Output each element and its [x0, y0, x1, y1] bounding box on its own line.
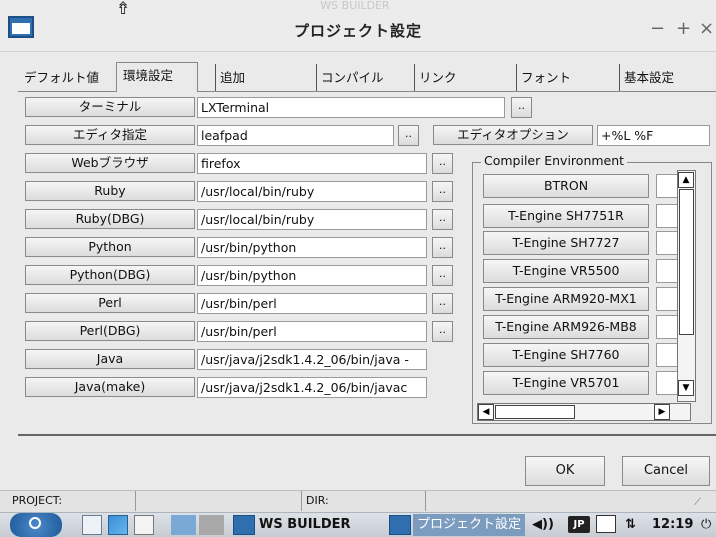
keyboard-icon[interactable] [596, 515, 616, 533]
scroll-left-arrow-icon[interactable]: ◀ [478, 404, 494, 420]
compiler-env-sh7727-checkbox[interactable] [656, 231, 678, 255]
compiler-env-arm926-checkbox[interactable] [656, 315, 678, 339]
background-window-title: WS BUILDER [320, 0, 390, 12]
file-manager-icon[interactable] [82, 515, 102, 535]
python-dbg-browse-button[interactable]: .. [432, 265, 453, 286]
tab-default-values[interactable]: デフォルト値 [20, 64, 116, 91]
java-make-field[interactable]: /usr/java/j2sdk1.4.2_06/bin/javac [197, 377, 427, 398]
network-icon[interactable]: ⇅ [625, 514, 636, 536]
scroll-right-arrow-icon[interactable]: ▶ [654, 404, 670, 420]
tab-basic-settings[interactable]: 基本設定 [619, 64, 715, 91]
ruby-browse-button[interactable]: .. [432, 181, 453, 202]
editor-option-button[interactable]: エディタオプション [433, 125, 593, 145]
compiler-env-btron-button[interactable]: BTRON [483, 174, 649, 198]
editor-label-button[interactable]: エディタ指定 [25, 125, 195, 145]
terminal-browse-button[interactable]: .. [511, 97, 532, 118]
desktop-2-icon[interactable] [199, 515, 224, 535]
compiler-env-sh7751r-button[interactable]: T-Engine SH7751R [483, 204, 649, 228]
perl-field[interactable]: /usr/bin/perl [197, 293, 427, 314]
status-project: PROJECT: [8, 491, 136, 511]
ime-indicator[interactable]: JP [568, 516, 590, 533]
status-spacer [136, 491, 302, 511]
java-label-button[interactable]: Java [25, 349, 195, 369]
compiler-env-sh7760-button[interactable]: T-Engine SH7760 [483, 343, 649, 367]
compiler-env-arm920-button[interactable]: T-Engine ARM920-MX1 [483, 287, 649, 311]
compiler-env-vr5701-checkbox[interactable] [656, 371, 678, 395]
window-title: プロジェクト設定 [293, 22, 422, 40]
compiler-env-sh7727-button[interactable]: T-Engine SH7727 [483, 231, 649, 255]
resize-grip-icon[interactable]: ⟋ [694, 496, 710, 510]
web-browser-field[interactable]: firefox [197, 153, 427, 174]
mouse-cursor-icon: ⇮ [116, 0, 131, 19]
web-browser-label-button[interactable]: Webブラウザ [25, 153, 195, 173]
close-button[interactable]: × [699, 20, 714, 38]
terminal-label-button[interactable]: ターミナル [25, 97, 195, 117]
power-icon[interactable]: ⏻ [701, 514, 711, 536]
java-make-label-button[interactable]: Java(make) [25, 377, 195, 397]
minimize-button[interactable]: − [650, 20, 665, 38]
status-dir: DIR: [302, 491, 426, 511]
ruby-label-button[interactable]: Ruby [25, 181, 195, 201]
project-settings-task-icon [389, 515, 411, 535]
start-menu-icon[interactable] [10, 513, 62, 537]
perl-label-button[interactable]: Perl [25, 293, 195, 313]
clock[interactable]: 12:19 [652, 514, 693, 536]
java-field[interactable]: /usr/java/j2sdk1.4.2_06/bin/java - [197, 349, 427, 370]
tab-environment-settings[interactable]: 環境設定 [116, 62, 198, 92]
terminal-icon[interactable] [134, 515, 154, 535]
python-dbg-label-button[interactable]: Python(DBG) [25, 265, 195, 285]
ruby-dbg-field[interactable]: /usr/local/bin/ruby [197, 209, 427, 230]
perl-dbg-field[interactable]: /usr/bin/perl [197, 321, 427, 342]
cancel-button[interactable]: Cancel [622, 456, 710, 486]
editor-field[interactable]: leafpad [197, 125, 394, 146]
tab-add[interactable]: 追加 [215, 64, 311, 91]
browser-icon[interactable] [108, 515, 128, 535]
compiler-env-arm926-button[interactable]: T-Engine ARM926-MB8 [483, 315, 649, 339]
compiler-env-vr5701-button[interactable]: T-Engine VR5701 [483, 371, 649, 395]
compiler-env-arm920-checkbox[interactable] [656, 287, 678, 311]
python-label-button[interactable]: Python [25, 237, 195, 257]
perl-dbg-label-button[interactable]: Perl(DBG) [25, 321, 195, 341]
ruby-dbg-label-button[interactable]: Ruby(DBG) [25, 209, 195, 229]
volume-icon[interactable]: ◀)) [532, 514, 554, 536]
tab-compile[interactable]: コンパイル [316, 64, 412, 91]
compiler-env-vr5500-button[interactable]: T-Engine VR5500 [483, 259, 649, 283]
editor-option-field[interactable]: +%L %F [597, 125, 710, 146]
perl-browse-button[interactable]: .. [432, 293, 453, 314]
compiler-env-sh7760-checkbox[interactable] [656, 343, 678, 367]
taskbar-project-settings[interactable]: プロジェクト設定 [413, 514, 526, 536]
web-browser-browse-button[interactable]: .. [432, 153, 453, 174]
ruby-field[interactable]: /usr/local/bin/ruby [197, 181, 427, 202]
ok-button[interactable]: OK [525, 456, 605, 486]
perl-dbg-browse-button[interactable]: .. [432, 321, 453, 342]
python-browse-button[interactable]: .. [432, 237, 453, 258]
desktop-1-icon[interactable] [171, 515, 196, 535]
tab-font[interactable]: フォント [516, 64, 612, 91]
compiler-vertical-scroll-thumb[interactable] [679, 189, 694, 335]
compiler-env-vr5500-checkbox[interactable] [656, 259, 678, 283]
tab-link[interactable]: リンク [414, 64, 510, 91]
compiler-environment-legend: Compiler Environment [481, 154, 628, 168]
python-field[interactable]: /usr/bin/python [197, 237, 427, 258]
scroll-up-arrow-icon[interactable]: ▲ [678, 172, 694, 188]
compiler-horizontal-scroll-thumb[interactable] [495, 405, 575, 419]
editor-browse-button[interactable]: .. [398, 125, 419, 146]
compiler-env-btron-checkbox[interactable] [656, 174, 678, 198]
ws-builder-task-icon [233, 515, 255, 535]
ruby-dbg-browse-button[interactable]: .. [432, 209, 453, 230]
taskbar-ws-builder[interactable]: WS BUILDER [259, 514, 351, 536]
maximize-button[interactable]: + [676, 20, 691, 38]
scroll-down-arrow-icon[interactable]: ▼ [678, 380, 694, 396]
python-dbg-field[interactable]: /usr/bin/python [197, 265, 427, 286]
compiler-env-sh7751r-checkbox[interactable] [656, 204, 678, 228]
terminal-field[interactable]: LXTerminal [197, 97, 505, 118]
